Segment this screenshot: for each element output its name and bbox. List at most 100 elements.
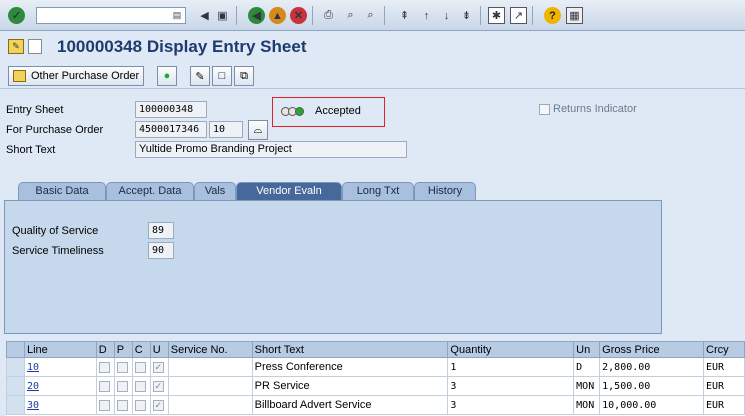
new-document-icon: □ — [218, 70, 226, 82]
find-icon[interactable]: ⌕ — [342, 7, 359, 24]
quantity-cell[interactable]: 3 — [447, 376, 575, 396]
system-toolbar: ✓ ▤ ◀ ▣ ◀ ▲ ✕ ⎙ ⌕ ⌕ ⇞ ↑ ↓ ⇟ ✱ ↗ ? ▦ — [0, 0, 745, 31]
d-cell — [95, 357, 115, 377]
returns-indicator-checkbox[interactable] — [539, 104, 550, 115]
u-checkbox-checked[interactable]: ✓ — [152, 399, 164, 411]
change-display-button[interactable]: ✎ — [190, 66, 210, 86]
c-checkbox[interactable] — [134, 380, 146, 392]
print-icon[interactable]: ⎙ — [320, 7, 337, 24]
p-cell — [113, 357, 133, 377]
row-selector[interactable] — [6, 376, 25, 396]
previous-page-icon[interactable]: ↑ — [418, 7, 435, 24]
tab-vals[interactable]: Vals — [194, 182, 236, 201]
c-checkbox[interactable] — [134, 399, 146, 411]
column-header-line[interactable]: Line — [23, 341, 97, 358]
tab-basic-data[interactable]: Basic Data — [18, 182, 106, 201]
tab-long-txt[interactable]: Long Txt — [342, 182, 414, 201]
short-text-cell[interactable]: PR Service — [251, 376, 449, 396]
row-selector[interactable] — [6, 395, 25, 415]
column-header-p[interactable]: P — [113, 341, 133, 358]
status-text: Accepted — [315, 105, 361, 117]
display-purchase-order-button[interactable]: ⌓ — [248, 120, 268, 140]
c-checkbox[interactable] — [134, 361, 146, 373]
tab-vendor-evaln[interactable]: Vendor Evaln — [236, 182, 342, 201]
table-row: 10 ✓ Press Conference 1 D 2,800.00 EUR — [6, 357, 745, 377]
column-header-u[interactable]: U — [149, 341, 169, 358]
next-page-icon[interactable]: ↓ — [438, 7, 455, 24]
row-selector[interactable] — [6, 357, 25, 377]
create-button[interactable]: □ — [212, 66, 232, 86]
unit-cell[interactable]: MON — [573, 376, 601, 396]
back-icon[interactable]: ◀ — [248, 7, 265, 24]
service-timeliness-label: Service Timeliness — [12, 245, 104, 257]
unit-cell[interactable]: MON — [573, 395, 601, 415]
enter-check-icon[interactable]: ✓ — [8, 7, 25, 24]
quality-of-service-field[interactable]: 89 — [148, 222, 174, 239]
u-checkbox-checked[interactable]: ✓ — [152, 380, 164, 392]
short-text-cell[interactable]: Press Conference — [251, 357, 449, 377]
line-link[interactable]: 20 — [27, 381, 39, 392]
service-no-cell[interactable] — [167, 376, 253, 396]
customize-layout-icon[interactable]: ▦ — [566, 7, 583, 24]
select-all-cell[interactable] — [6, 341, 25, 358]
gross-price-cell[interactable]: 1,500.00 — [599, 376, 704, 396]
column-header-gross-price[interactable]: Gross Price — [599, 341, 704, 358]
gross-price-cell[interactable]: 10,000.00 — [599, 395, 704, 415]
column-header-d[interactable]: D — [95, 341, 115, 358]
d-checkbox[interactable] — [98, 361, 110, 373]
currency-cell[interactable]: EUR — [703, 395, 745, 415]
u-checkbox-checked[interactable]: ✓ — [152, 361, 164, 373]
exit-icon[interactable]: ▲ — [269, 7, 286, 24]
p-checkbox[interactable] — [116, 361, 128, 373]
tab-accept-data[interactable]: Accept. Data — [106, 182, 194, 201]
u-cell: ✓ — [149, 395, 169, 415]
column-header-unit[interactable]: Un — [573, 341, 601, 358]
p-checkbox[interactable] — [116, 380, 128, 392]
p-checkbox[interactable] — [116, 399, 128, 411]
shortcut-icon[interactable]: ↗ — [510, 7, 527, 24]
command-history-icon[interactable]: ▤ — [170, 8, 184, 23]
service-timeliness-field[interactable]: 90 — [148, 242, 174, 259]
tab-history[interactable]: History — [414, 182, 476, 201]
quantity-cell[interactable]: 1 — [447, 357, 575, 377]
status-toggle-button[interactable]: ● — [157, 66, 177, 86]
unit-cell[interactable]: D — [573, 357, 601, 377]
line-cell[interactable]: 10 — [23, 357, 97, 377]
other-purchase-order-button[interactable]: Other Purchase Order — [8, 66, 145, 86]
column-header-currency[interactable]: Crcy — [703, 341, 745, 358]
purchase-order-field[interactable]: 4500017346 — [135, 121, 207, 138]
help-icon[interactable]: ? — [544, 7, 561, 24]
column-header-short-text[interactable]: Short Text — [251, 341, 449, 358]
currency-cell[interactable]: EUR — [703, 357, 745, 377]
first-page-icon[interactable]: ⇞ — [396, 7, 413, 24]
d-checkbox[interactable] — [98, 399, 110, 411]
new-session-icon[interactable]: ✱ — [488, 7, 505, 24]
service-no-cell[interactable] — [167, 357, 253, 377]
copy-button[interactable]: ⧉ — [234, 66, 254, 86]
line-link[interactable]: 10 — [27, 362, 39, 373]
service-no-cell[interactable] — [167, 395, 253, 415]
currency-cell[interactable]: EUR — [703, 376, 745, 396]
column-header-service-no[interactable]: Service No. — [167, 341, 253, 358]
d-checkbox[interactable] — [98, 380, 110, 392]
traffic-light-icon: ● — [163, 70, 171, 82]
entry-sheet-field[interactable]: 100000348 — [135, 101, 207, 118]
line-link[interactable]: 30 — [27, 400, 39, 411]
quantity-cell[interactable]: 3 — [447, 395, 575, 415]
short-text-label: Short Text — [6, 144, 56, 156]
save-icon[interactable]: ▣ — [214, 7, 231, 24]
line-cell[interactable]: 20 — [23, 376, 97, 396]
back-arrow-icon[interactable]: ◀ — [196, 7, 213, 24]
document-icon — [28, 39, 42, 54]
gross-price-cell[interactable]: 2,800.00 — [599, 357, 704, 377]
column-header-c[interactable]: C — [131, 341, 151, 358]
short-text-field[interactable]: Yultide Promo Branding Project — [135, 141, 407, 158]
line-cell[interactable]: 30 — [23, 395, 97, 415]
column-header-quantity[interactable]: Quantity — [447, 341, 575, 358]
purchase-order-item-field[interactable]: 10 — [209, 121, 243, 138]
command-field[interactable] — [36, 7, 186, 24]
cancel-icon[interactable]: ✕ — [290, 7, 307, 24]
short-text-cell[interactable]: Billboard Advert Service — [251, 395, 449, 415]
find-next-icon[interactable]: ⌕ — [362, 7, 379, 24]
last-page-icon[interactable]: ⇟ — [458, 7, 475, 24]
